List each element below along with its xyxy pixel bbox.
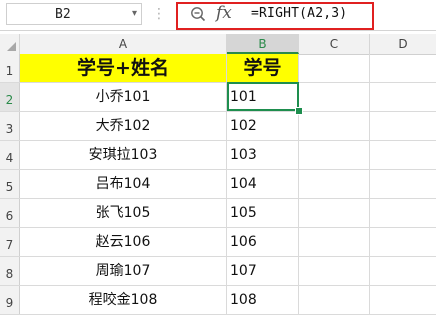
cell-c8[interactable] bbox=[299, 257, 370, 285]
cell-a7[interactable]: 赵云106 bbox=[20, 228, 227, 256]
column-header-b[interactable]: B bbox=[227, 34, 299, 54]
formula-input[interactable]: =RIGHT(A2,3) bbox=[251, 6, 347, 21]
cell-d2[interactable] bbox=[370, 83, 436, 111]
column-header-d[interactable]: D bbox=[370, 34, 436, 54]
fx-icon[interactable]: fx bbox=[216, 3, 232, 23]
row-header[interactable]: 9 bbox=[0, 286, 20, 314]
row-header[interactable]: 6 bbox=[0, 199, 20, 227]
select-all-icon bbox=[7, 42, 16, 51]
cell-c7[interactable] bbox=[299, 228, 370, 256]
cell-a9[interactable]: 程咬金108 bbox=[20, 286, 227, 314]
row-header[interactable]: 8 bbox=[0, 257, 20, 285]
cell-a5[interactable]: 吕布104 bbox=[20, 170, 227, 198]
cell-d7[interactable] bbox=[370, 228, 436, 256]
cell-a2[interactable]: 小乔101 bbox=[20, 83, 227, 111]
table-row: 1 学号+姓名 学号 bbox=[0, 54, 436, 83]
table-row: 7 赵云106 106 bbox=[0, 228, 436, 257]
cell-c2[interactable] bbox=[299, 83, 370, 111]
row-number: 2 bbox=[5, 93, 14, 107]
column-header-c[interactable]: C bbox=[299, 34, 370, 54]
cell-b2[interactable]: 101 bbox=[227, 83, 299, 111]
splitter-handle[interactable]: ⋮ bbox=[152, 6, 166, 22]
cell-c6[interactable] bbox=[299, 199, 370, 227]
cell-b3[interactable]: 102 bbox=[227, 112, 299, 140]
cell-c3[interactable] bbox=[299, 112, 370, 140]
table-row: 3 大乔102 102 bbox=[0, 112, 436, 141]
cell-b1[interactable]: 学号 bbox=[227, 54, 299, 82]
row-number: 5 bbox=[5, 180, 14, 194]
row-header[interactable]: 1 bbox=[0, 54, 20, 82]
cell-d5[interactable] bbox=[370, 170, 436, 198]
cell-c1[interactable] bbox=[299, 54, 370, 82]
row-header[interactable]: 7 bbox=[0, 228, 20, 256]
cell-b9[interactable]: 108 bbox=[227, 286, 299, 314]
cell-a1[interactable]: 学号+姓名 bbox=[20, 54, 227, 82]
fill-handle[interactable] bbox=[295, 107, 303, 115]
cell-d8[interactable] bbox=[370, 257, 436, 285]
cell-b6[interactable]: 105 bbox=[227, 199, 299, 227]
column-headers: A B C D bbox=[0, 34, 436, 55]
table-row: 8 周瑜107 107 bbox=[0, 257, 436, 286]
row-number: 9 bbox=[5, 296, 14, 310]
select-all-corner[interactable] bbox=[0, 34, 20, 54]
cell-d9[interactable] bbox=[370, 286, 436, 314]
row-header[interactable]: 3 bbox=[0, 112, 20, 140]
cell-b5[interactable]: 104 bbox=[227, 170, 299, 198]
row-header[interactable]: 4 bbox=[0, 141, 20, 169]
cell-b4[interactable]: 103 bbox=[227, 141, 299, 169]
table-row: 4 安琪拉103 103 bbox=[0, 141, 436, 170]
row-number: 1 bbox=[5, 64, 14, 78]
row-header[interactable]: 5 bbox=[0, 170, 20, 198]
cell-d6[interactable] bbox=[370, 199, 436, 227]
row-number: 8 bbox=[5, 267, 14, 281]
cell-c5[interactable] bbox=[299, 170, 370, 198]
cell-b7[interactable]: 106 bbox=[227, 228, 299, 256]
row-number: 6 bbox=[5, 209, 14, 223]
cell-d3[interactable] bbox=[370, 112, 436, 140]
cell-c4[interactable] bbox=[299, 141, 370, 169]
table-row: 6 张飞105 105 bbox=[0, 199, 436, 228]
row-number: 7 bbox=[5, 238, 14, 252]
cell-c9[interactable] bbox=[299, 286, 370, 314]
table-row: 9 程咬金108 108 bbox=[0, 286, 436, 315]
table-row: 2 小乔101 101 bbox=[0, 83, 436, 112]
cell-a6[interactable]: 张飞105 bbox=[20, 199, 227, 227]
row-header[interactable]: 2 bbox=[0, 83, 20, 111]
formula-bar: B2 ▾ ⋮ fx =RIGHT(A2,3) bbox=[0, 0, 436, 31]
cell-d1[interactable] bbox=[370, 54, 436, 82]
row-number: 4 bbox=[5, 151, 14, 165]
cell-a8[interactable]: 周瑜107 bbox=[20, 257, 227, 285]
name-box-value: B2 bbox=[55, 7, 71, 22]
zoom-out-icon[interactable] bbox=[190, 6, 206, 22]
cell-d4[interactable] bbox=[370, 141, 436, 169]
column-header-a[interactable]: A bbox=[20, 34, 227, 54]
chevron-down-icon[interactable]: ▾ bbox=[132, 8, 137, 19]
row-number: 3 bbox=[5, 122, 14, 136]
name-box[interactable]: B2 ▾ bbox=[6, 3, 142, 25]
cell-a3[interactable]: 大乔102 bbox=[20, 112, 227, 140]
cell-a4[interactable]: 安琪拉103 bbox=[20, 141, 227, 169]
table-row: 5 吕布104 104 bbox=[0, 170, 436, 199]
cell-b8[interactable]: 107 bbox=[227, 257, 299, 285]
